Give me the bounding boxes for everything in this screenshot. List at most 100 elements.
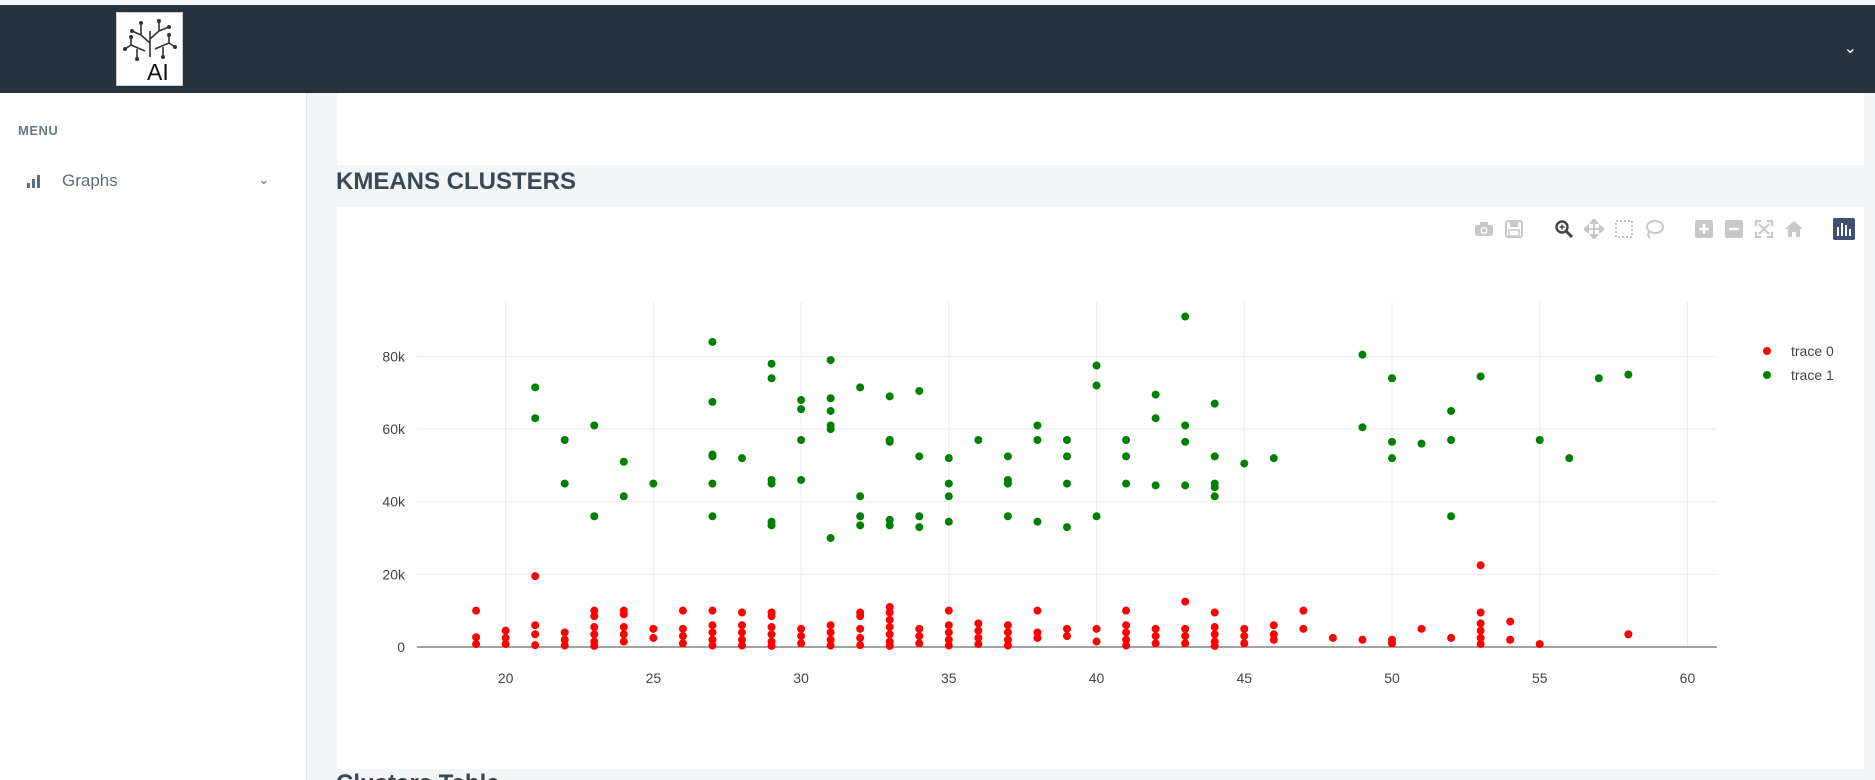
data-point [974, 436, 983, 444]
data-point [708, 641, 717, 650]
data-point [619, 630, 628, 639]
data-point [738, 454, 746, 463]
data-point [1476, 372, 1485, 381]
y-tick-label: 20k [382, 566, 406, 582]
data-point [738, 641, 746, 650]
data-point [1476, 561, 1485, 570]
data-point [590, 630, 599, 639]
data-point [797, 436, 806, 444]
data-point [915, 632, 924, 641]
x-tick-label: 20 [498, 670, 514, 686]
data-point [619, 457, 628, 466]
data-point [1447, 436, 1456, 444]
data-point [1003, 628, 1012, 637]
data-point [974, 640, 983, 649]
data-point [1506, 635, 1515, 644]
kmeans-scatter-chart[interactable]: 20 25 30 35 40 45 50 55 60 0 20k 40k 60k 80k trace 0… [337, 207, 1864, 769]
data-point [1151, 632, 1160, 641]
sidebar-item-label: Graphs [62, 171, 118, 190]
data-point [590, 641, 599, 650]
data-point [1003, 621, 1012, 630]
data-point [708, 452, 717, 461]
data-point [1092, 512, 1101, 521]
data-point [1624, 630, 1633, 639]
top-card [337, 93, 1864, 165]
data-point [826, 394, 835, 403]
x-tick-label: 45 [1236, 670, 1252, 686]
chart-points [472, 312, 1633, 650]
data-point [619, 610, 628, 619]
data-point [1210, 623, 1219, 632]
data-point [885, 641, 894, 650]
data-point [915, 452, 924, 461]
data-point [708, 397, 717, 406]
data-point [1033, 517, 1042, 526]
data-point [944, 641, 953, 650]
data-point [678, 624, 687, 633]
data-point [649, 633, 658, 642]
x-tick-label: 55 [1532, 670, 1548, 686]
data-point [767, 479, 776, 488]
chevron-down-icon[interactable]: ⌄ [258, 171, 270, 188]
data-point [1122, 452, 1131, 461]
data-point [944, 606, 953, 615]
data-point [856, 383, 865, 392]
legend-label: trace 0 [1791, 343, 1834, 359]
data-point [1181, 437, 1190, 446]
data-point [1063, 452, 1071, 461]
data-point [1594, 374, 1603, 383]
data-point [1447, 512, 1456, 521]
logo[interactable]: AI [116, 12, 183, 86]
data-point [1151, 624, 1160, 633]
data-point [678, 632, 687, 641]
data-point [856, 641, 865, 650]
page-title: KMEANS CLUSTERS [336, 168, 577, 195]
data-point [1447, 406, 1456, 415]
data-point [797, 405, 806, 414]
data-point [1151, 639, 1160, 648]
data-point [1092, 381, 1101, 390]
data-point [1003, 512, 1012, 521]
data-point [856, 492, 865, 501]
data-point [1358, 350, 1367, 359]
data-point [1210, 630, 1219, 639]
data-point [619, 623, 628, 632]
data-point [708, 628, 717, 637]
data-point [885, 608, 894, 617]
sidebar-item-graphs[interactable]: Graphs ⌄ [0, 163, 306, 203]
data-point [1476, 640, 1485, 649]
data-point [1388, 437, 1396, 446]
data-point [1417, 439, 1426, 448]
data-point [1210, 483, 1219, 492]
data-point [738, 628, 746, 637]
data-point [1476, 626, 1485, 635]
data-point [915, 512, 924, 521]
chevron-down-icon[interactable]: ⌄ [1844, 38, 1857, 58]
data-point [1092, 637, 1101, 646]
data-point [649, 624, 658, 633]
chart-legend[interactable]: trace 0 trace 1 [1763, 343, 1834, 383]
data-point [1210, 608, 1219, 617]
data-point [767, 374, 776, 383]
data-point [915, 386, 924, 395]
data-point [1181, 312, 1190, 321]
data-point [1092, 361, 1101, 370]
data-point [1063, 624, 1071, 633]
data-point [1240, 624, 1249, 633]
data-point [1003, 641, 1012, 650]
data-point [1122, 606, 1131, 615]
data-point [531, 641, 540, 650]
data-point [531, 630, 540, 639]
data-point [915, 523, 924, 532]
data-point [826, 621, 835, 630]
data-point [767, 521, 776, 530]
data-point [1240, 632, 1249, 641]
section-title-clusters-table: Clusters Table [336, 770, 500, 780]
sidebar-menu-title: MENU [18, 123, 59, 138]
data-point [472, 633, 481, 642]
data-point [1210, 452, 1219, 461]
data-point [826, 641, 835, 650]
data-point [767, 630, 776, 639]
data-point [1565, 454, 1574, 463]
data-point [767, 612, 776, 621]
